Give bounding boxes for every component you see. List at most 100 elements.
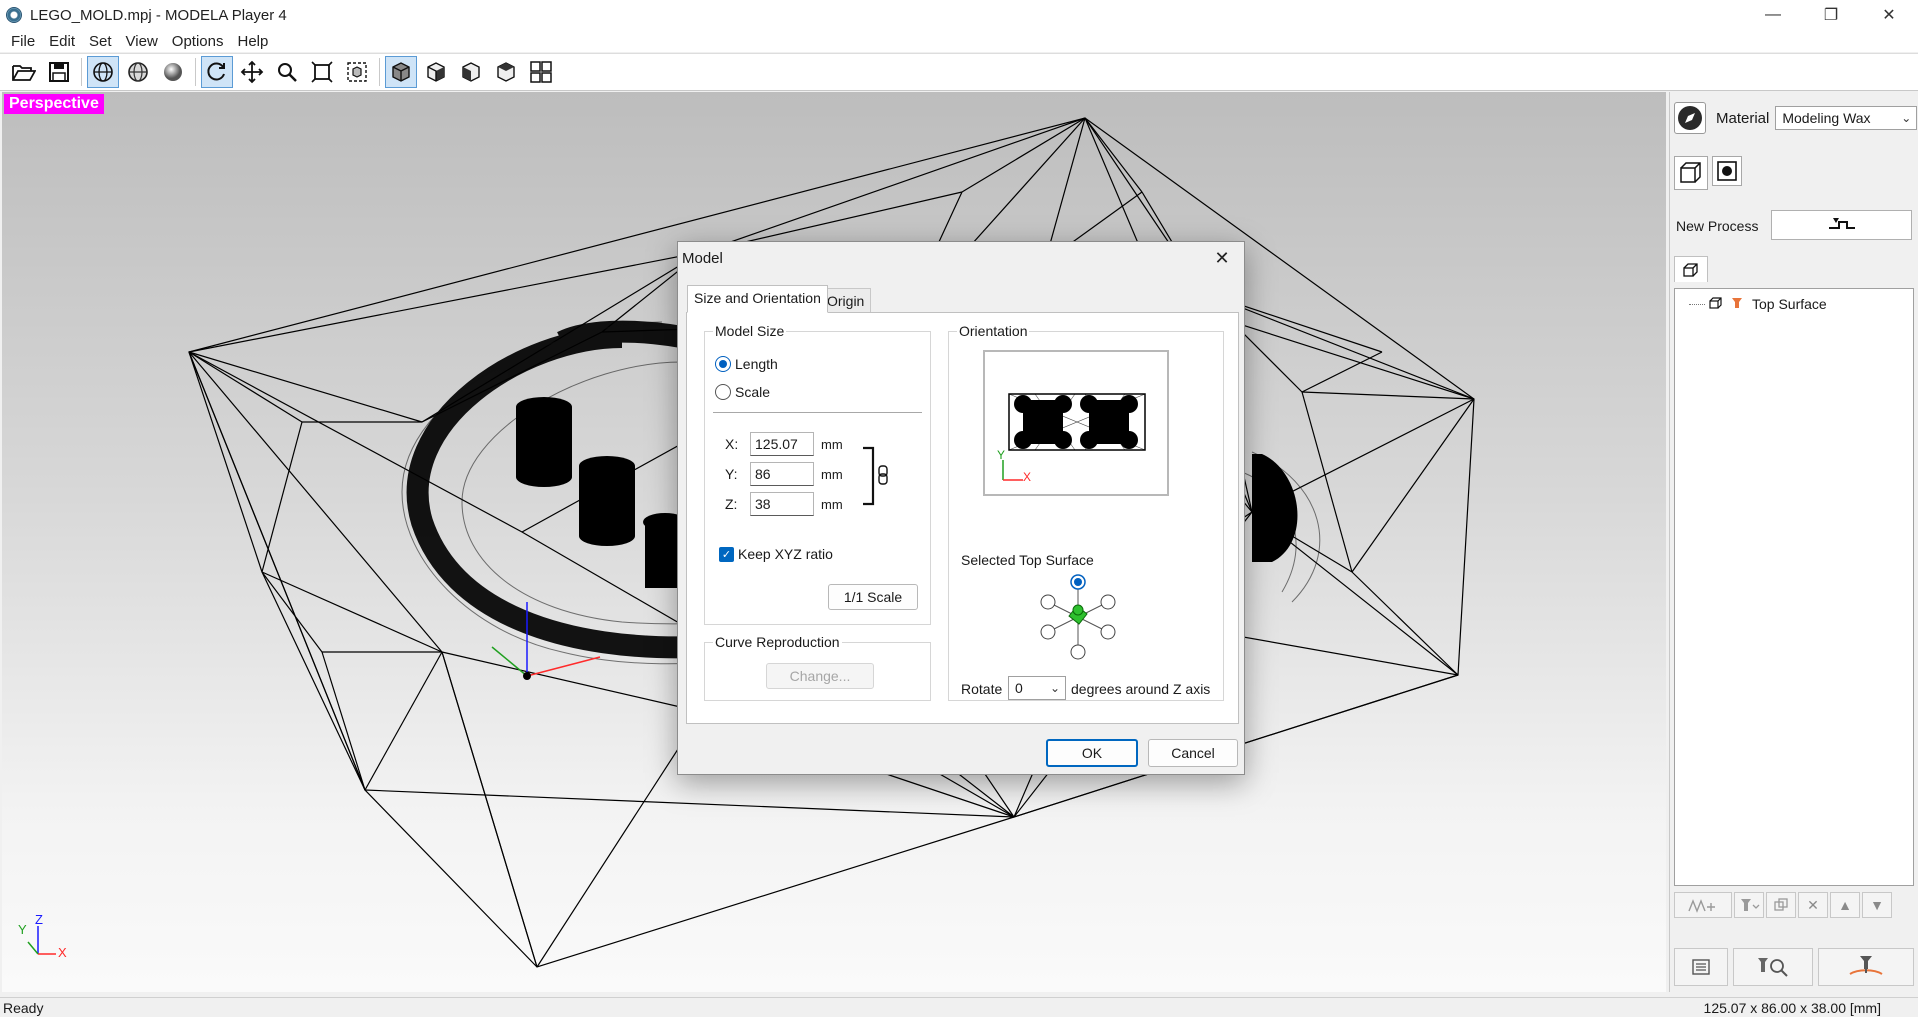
process-list-button[interactable] xyxy=(1674,948,1728,986)
view-top-icon[interactable] xyxy=(490,56,522,88)
new-process-button[interactable] xyxy=(1771,210,1912,240)
view-perspective-icon[interactable] xyxy=(385,56,417,88)
model-icon xyxy=(1709,296,1725,313)
axis-z-label: Z xyxy=(35,912,43,927)
menu-options[interactable]: Options xyxy=(165,33,231,50)
x-unit: mm xyxy=(821,437,843,452)
copy-icon[interactable] xyxy=(1766,892,1796,918)
view-side-icon[interactable] xyxy=(455,56,487,88)
save-icon[interactable] xyxy=(43,56,75,88)
axis-triad: Y Z X xyxy=(18,912,74,968)
rotate-label: Rotate xyxy=(961,681,1003,697)
scale-radio[interactable]: Scale xyxy=(715,384,770,400)
model-size-title: Model Size xyxy=(713,323,787,339)
dialog-title: Model xyxy=(682,250,723,267)
orientation-preview: Y X xyxy=(983,350,1169,496)
cut-button[interactable] xyxy=(1818,948,1914,986)
edit-path-button[interactable] xyxy=(1674,892,1732,918)
x-label: X: xyxy=(725,436,739,452)
keep-ratio-label: Keep XYZ ratio xyxy=(738,546,833,562)
status-bar: Ready 125.07 x 86.00 x 38.00 [mm] xyxy=(0,997,1918,1017)
axis-x-label: X xyxy=(58,945,67,960)
preview-y-label: Y xyxy=(997,448,1006,462)
process-tree-tab[interactable] xyxy=(1674,256,1708,282)
material-settings-button[interactable] xyxy=(1712,156,1742,186)
view-quad-icon[interactable] xyxy=(525,56,557,88)
zoom-icon[interactable] xyxy=(271,56,303,88)
status-text: Ready xyxy=(3,1000,44,1016)
keep-ratio-checkbox[interactable]: ✓ Keep XYZ ratio xyxy=(719,546,833,562)
menu-bar: File Edit Set View Options Help xyxy=(0,30,1918,52)
y-size-input[interactable]: 86 xyxy=(750,462,814,486)
tree-item-top-surface[interactable]: Top Surface xyxy=(1689,295,1830,313)
shaded-wire-icon[interactable] xyxy=(122,56,154,88)
process-tree[interactable]: Top Surface xyxy=(1674,288,1914,886)
model-dialog: Model ✕ Size and Orientation Origin Mode… xyxy=(677,241,1245,775)
close-button[interactable]: ✕ xyxy=(1860,0,1918,30)
preview-cutting-button[interactable] xyxy=(1733,948,1813,986)
menu-view[interactable]: View xyxy=(119,33,165,50)
title-bar: LEGO_MOLD.mpj - MODELA Player 4 — ❐ ✕ xyxy=(0,0,1918,30)
z-size-input[interactable]: 38 xyxy=(750,492,814,516)
curve-reproduction-title: Curve Reproduction xyxy=(713,634,842,650)
view-front-icon[interactable] xyxy=(420,56,452,88)
open-icon[interactable] xyxy=(8,56,40,88)
menu-file[interactable]: File xyxy=(4,33,42,50)
rotate-suffix: degrees around Z axis xyxy=(1071,681,1211,697)
chevron-down-icon: ⌄ xyxy=(1049,681,1060,695)
preview-x-label: X xyxy=(1023,470,1032,484)
move-up-icon[interactable]: ▲ xyxy=(1830,892,1860,918)
rotate-select[interactable]: 0 ⌄ xyxy=(1008,676,1066,700)
tool-icon xyxy=(1730,296,1744,313)
cancel-button[interactable]: Cancel xyxy=(1148,739,1238,767)
perspective-label: Perspective xyxy=(4,94,104,114)
change-curve-button[interactable]: Change... xyxy=(766,663,874,689)
menu-help[interactable]: Help xyxy=(231,33,276,50)
right-panel: Material Modeling Wax ⌄ New Process Top … xyxy=(1669,92,1918,992)
process-step-icon xyxy=(1828,218,1855,229)
zoom-selection-icon[interactable] xyxy=(341,56,373,88)
model-dimensions: 125.07 x 86.00 x 38.00 [mm] xyxy=(1703,1000,1881,1016)
one-to-one-scale-button[interactable]: 1/1 Scale xyxy=(828,584,918,610)
delete-icon[interactable]: ✕ xyxy=(1798,892,1828,918)
x-size-input[interactable]: 125.07 xyxy=(750,432,814,456)
rotate-icon[interactable] xyxy=(201,56,233,88)
curve-reproduction-group: Curve Reproduction Change... xyxy=(704,634,931,701)
dialog-close-button[interactable]: ✕ xyxy=(1208,245,1236,271)
axis-y-label: Y xyxy=(18,922,27,937)
new-process-label: New Process xyxy=(1676,218,1759,234)
z-unit: mm xyxy=(821,497,843,512)
y-unit: mm xyxy=(821,467,843,482)
length-radio[interactable]: Length xyxy=(715,356,778,372)
ok-button[interactable]: OK xyxy=(1046,739,1138,767)
toolbar xyxy=(0,53,1918,91)
scale-radio-label: Scale xyxy=(735,384,771,400)
app-icon xyxy=(6,7,22,23)
z-label: Z: xyxy=(725,496,738,512)
restore-button[interactable]: ❐ xyxy=(1802,0,1860,30)
rotate-value: 0 xyxy=(1015,680,1023,696)
orientation-title: Orientation xyxy=(957,323,1030,339)
link-ratio-icon[interactable] xyxy=(861,446,895,506)
material-select[interactable]: Modeling Wax ⌄ xyxy=(1775,106,1918,130)
tree-item-label: Top Surface xyxy=(1752,296,1827,312)
y-label: Y: xyxy=(725,466,738,482)
move-down-icon[interactable]: ▼ xyxy=(1862,892,1892,918)
tab-pane: Model Size Length Scale X: 125.07 mm Y: … xyxy=(686,312,1239,724)
orientation-group: Orientation Y X Selected Top Surface Rot… xyxy=(948,323,1224,701)
fit-icon[interactable] xyxy=(306,56,338,88)
chevron-down-icon: ⌄ xyxy=(1901,111,1912,125)
wireframe-icon[interactable] xyxy=(87,56,119,88)
model-settings-button[interactable] xyxy=(1674,156,1708,190)
compass-icon[interactable] xyxy=(1674,102,1706,134)
shaded-icon[interactable] xyxy=(157,56,189,88)
pan-icon[interactable] xyxy=(236,56,268,88)
model-size-group: Model Size Length Scale X: 125.07 mm Y: … xyxy=(704,323,931,625)
surface-selector[interactable] xyxy=(1033,572,1123,662)
material-value: Modeling Wax xyxy=(1782,110,1871,126)
menu-set[interactable]: Set xyxy=(82,33,119,50)
minimize-button[interactable]: — xyxy=(1744,0,1802,30)
tool-dropdown-button[interactable] xyxy=(1734,892,1764,918)
menu-edit[interactable]: Edit xyxy=(42,33,82,50)
tab-size-orientation[interactable]: Size and Orientation xyxy=(687,285,828,313)
